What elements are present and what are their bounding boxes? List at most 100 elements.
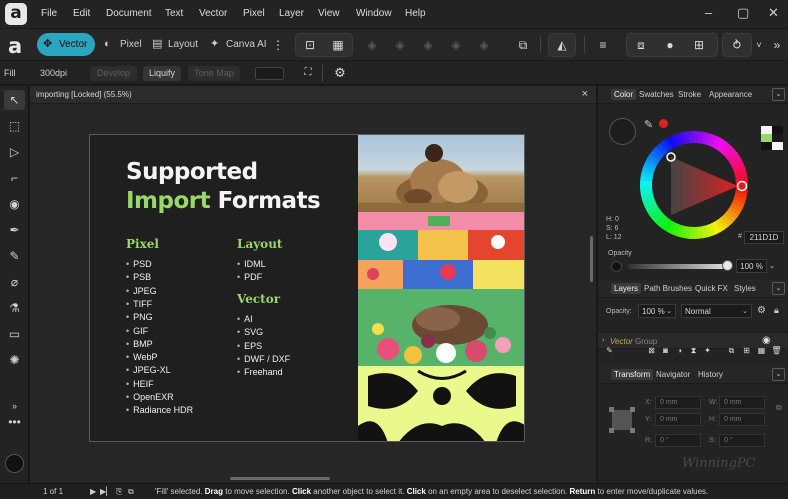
- boolean-subtract-icon[interactable]: ◈: [390, 35, 410, 55]
- hue-wheel[interactable]: [638, 129, 750, 241]
- arrange-back-icon[interactable]: ⧈: [631, 35, 651, 55]
- page-copy-icon[interactable]: ⎘: [116, 487, 122, 497]
- boolean-xor-icon[interactable]: ◈: [446, 35, 466, 55]
- tab-history[interactable]: History: [698, 370, 723, 379]
- snapping-magnet-icon[interactable]: ⥁: [727, 35, 747, 55]
- transform-field-input[interactable]: 0 mm: [655, 413, 701, 426]
- arrange-front-icon[interactable]: ●: [660, 35, 680, 55]
- boolean-add-icon[interactable]: ◈: [362, 35, 382, 55]
- layers-panel-menu-icon[interactable]: ⌄: [772, 282, 785, 295]
- layer-add-icon[interactable]: ⊞: [741, 345, 752, 356]
- move-tool-icon[interactable]: ↖: [4, 90, 25, 110]
- opacity-dropdown-icon[interactable]: ⌄: [769, 262, 775, 270]
- hue-handle[interactable]: [736, 180, 748, 192]
- more-options-icon[interactable]: ⋮: [272, 35, 284, 55]
- layer-delete-icon[interactable]: 🗑︎: [771, 345, 782, 356]
- document-tab[interactable]: importing [Locked] (55.5%) ×: [30, 86, 596, 104]
- opacity-field[interactable]: 100 %: [736, 259, 767, 273]
- layer-fx-icon[interactable]: ⊠: [646, 345, 657, 356]
- transform-panel-menu-icon[interactable]: ⌄: [772, 368, 785, 381]
- menu-help[interactable]: Help: [405, 8, 426, 19]
- tab-quick-fx[interactable]: Quick FX: [695, 284, 728, 293]
- transform-field-input[interactable]: 0 mm: [719, 413, 765, 426]
- transform-field-input[interactable]: 0 mm: [719, 396, 765, 409]
- layer-brush-icon[interactable]: ✦: [702, 345, 713, 356]
- persona-pixel-button[interactable]: ◐ Pixel: [98, 33, 144, 56]
- blend-mode-select[interactable]: Normal ⌄: [681, 304, 752, 318]
- menu-pixel[interactable]: Pixel: [243, 8, 265, 19]
- color-panel-menu-icon[interactable]: ⌄: [772, 88, 785, 101]
- document-close-icon[interactable]: ×: [582, 88, 588, 100]
- page-play-icon[interactable]: ▶: [90, 487, 96, 496]
- opacity-slider[interactable]: [628, 264, 726, 269]
- align-icon[interactable]: ≡: [593, 35, 613, 55]
- tab-swatches[interactable]: Swatches: [639, 90, 674, 99]
- fill-color-well[interactable]: [609, 118, 636, 145]
- affinity-logo-icon[interactable]: a: [5, 3, 27, 25]
- stroke-color-dot[interactable]: [659, 119, 668, 128]
- layer-lock-icon[interactable]: 🔒︎: [774, 305, 779, 316]
- snapping-dropdown-icon[interactable]: ˅: [754, 35, 764, 55]
- blend-mode-dropdown-icon[interactable]: ⌄: [742, 305, 748, 318]
- tab-navigator[interactable]: Navigator: [656, 370, 690, 379]
- artboard-tool-icon[interactable]: ⬚: [4, 116, 25, 136]
- color-picker-icon[interactable]: ⚗: [4, 298, 25, 318]
- gradient-tool-icon[interactable]: ◉: [4, 194, 25, 214]
- opacity-slider-handle[interactable]: [722, 260, 733, 271]
- shape-tool-icon[interactable]: ✺: [4, 350, 25, 370]
- persona-vector-button[interactable]: ✥ Vector: [37, 33, 95, 56]
- minimize-button[interactable]: –: [705, 5, 712, 20]
- tab-appearance[interactable]: Appearance: [709, 90, 752, 99]
- persona-layout-button[interactable]: ▤ Layout: [146, 33, 202, 56]
- transform-field-input[interactable]: 0 °: [655, 434, 701, 447]
- layer-expand-icon[interactable]: ›: [602, 337, 604, 344]
- text-frame-icon[interactable]: ⊡: [300, 35, 320, 55]
- layer-settings-icon[interactable]: ⚙: [757, 305, 766, 316]
- tab-layers[interactable]: Layers: [611, 283, 642, 294]
- tab-color[interactable]: Color: [611, 89, 637, 100]
- transform-field-input[interactable]: 0 mm: [655, 396, 701, 409]
- snap-icon[interactable]: ⊞: [689, 35, 709, 55]
- vertical-scrollbar[interactable]: [590, 236, 593, 282]
- rectangle-tool-icon[interactable]: ▭: [4, 324, 25, 344]
- tone-map-button[interactable]: Tone Map: [188, 66, 240, 81]
- menu-vector[interactable]: Vector: [199, 8, 227, 19]
- pen-tool-icon[interactable]: ✒: [4, 220, 25, 240]
- menu-edit[interactable]: Edit: [73, 8, 90, 19]
- node-tool-icon[interactable]: ▷: [4, 142, 25, 162]
- persona-canva-ai-button[interactable]: ✦ Canva AI: [204, 33, 268, 56]
- fill-swatch[interactable]: [255, 67, 284, 80]
- artboard[interactable]: Supported Import Formats Pixel • PSD • PSB •…: [89, 134, 525, 442]
- layer-adjust-icon[interactable]: ◑: [674, 345, 685, 356]
- transform-field-input[interactable]: 0 °: [719, 434, 765, 447]
- maximize-button[interactable]: ▢: [737, 5, 749, 21]
- saturation-triangle[interactable]: [671, 157, 738, 215]
- tools-more-icon[interactable]: •••: [4, 412, 25, 432]
- corner-tool-icon[interactable]: ⌐: [4, 168, 25, 188]
- transform-lock-icon[interactable]: ⧉: [776, 403, 782, 413]
- layer-edit-icon[interactable]: ✎: [604, 345, 615, 356]
- vector-brush-icon[interactable]: ⌀: [4, 272, 25, 292]
- menu-layer[interactable]: Layer: [279, 8, 304, 19]
- layer-opacity-dropdown-icon[interactable]: ⌄: [666, 305, 672, 318]
- menu-file[interactable]: File: [41, 8, 57, 19]
- tab-styles[interactable]: Styles: [734, 284, 756, 293]
- menu-text[interactable]: Text: [165, 8, 183, 19]
- flip-horizontal-icon[interactable]: ◭: [552, 35, 572, 55]
- horizontal-scrollbar[interactable]: [230, 477, 330, 480]
- layer-opacity-field[interactable]: 100 % ⌄: [638, 304, 676, 318]
- grid-icon[interactable]: ▦: [328, 35, 348, 55]
- hex-field[interactable]: 211D1D: [744, 231, 784, 244]
- boolean-divide-icon[interactable]: ◈: [474, 35, 494, 55]
- menu-view[interactable]: View: [318, 8, 340, 19]
- page-next-icon[interactable]: ▶▏: [100, 487, 112, 496]
- page-export-icon[interactable]: ⧉: [128, 487, 134, 497]
- layer-group-icon[interactable]: ⧉: [726, 345, 737, 356]
- tab-stroke[interactable]: Stroke: [678, 90, 701, 99]
- close-window-button[interactable]: ✕: [768, 5, 779, 21]
- settings-gear-icon[interactable]: ⚙: [330, 63, 350, 83]
- crop-icon[interactable]: ⛶: [298, 63, 318, 83]
- toolbar-overflow-icon[interactable]: »: [770, 35, 784, 55]
- anchor-point-selector[interactable]: [608, 406, 636, 434]
- layer-hourglass-icon[interactable]: ⧗: [688, 345, 699, 356]
